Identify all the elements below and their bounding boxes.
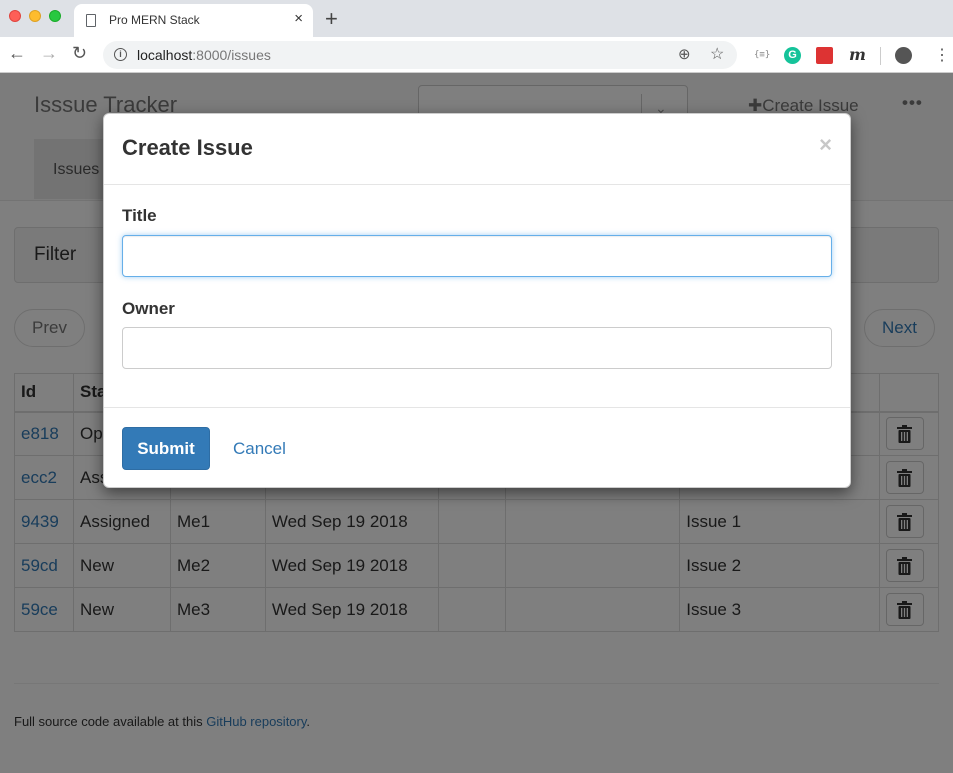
maximize-window-button[interactable] [49, 10, 61, 22]
cancel-button[interactable]: Cancel [233, 439, 286, 459]
owner-input[interactable] [122, 327, 832, 369]
address-bar[interactable]: i localhost:8000/issues ⊕ ☆ [103, 41, 737, 69]
modal-title: Create Issue [122, 135, 253, 160]
m-extension-icon[interactable]: m [849, 45, 866, 64]
grammarly-extension-icon[interactable]: G [784, 47, 801, 64]
close-window-button[interactable] [9, 10, 21, 22]
title-input[interactable] [122, 235, 832, 277]
zoom-icon[interactable]: ⊕ [678, 45, 691, 63]
page-icon [86, 14, 96, 27]
title-label: Title [122, 206, 157, 225]
minimize-window-button[interactable] [29, 10, 41, 22]
tab-close-icon[interactable]: × [294, 10, 303, 27]
owner-label: Owner [122, 299, 175, 318]
browser-menu-icon[interactable]: ⋮ [934, 45, 950, 65]
browser-toolbar: ← → ↻ i localhost:8000/issues ⊕ ☆ {≡} G … [0, 37, 953, 73]
create-issue-modal: Create Issue × Title Owner Submit Cancel [103, 113, 851, 488]
forward-icon[interactable]: → [40, 43, 58, 64]
browser-tab[interactable]: Pro MERN Stack × [74, 4, 313, 37]
modal-footer: Submit Cancel [104, 407, 850, 488]
close-icon[interactable]: × [819, 132, 832, 158]
json-extension-icon[interactable]: {≡} [754, 50, 770, 60]
profile-avatar-icon[interactable] [895, 47, 912, 64]
submit-button[interactable]: Submit [122, 427, 210, 470]
info-icon[interactable]: i [114, 48, 127, 61]
modal-header: Create Issue × [104, 114, 850, 185]
tab-title: Pro MERN Stack [109, 13, 200, 27]
extension-icon[interactable] [816, 47, 833, 64]
back-icon[interactable]: ← [8, 43, 26, 64]
url-text[interactable]: localhost:8000/issues [137, 47, 271, 63]
new-tab-button[interactable]: + [325, 6, 338, 32]
bookmark-star-icon[interactable]: ☆ [710, 44, 724, 64]
toolbar-divider [880, 47, 881, 65]
reload-icon[interactable]: ↻ [72, 43, 87, 64]
browser-tab-bar: Pro MERN Stack × + [0, 0, 953, 37]
